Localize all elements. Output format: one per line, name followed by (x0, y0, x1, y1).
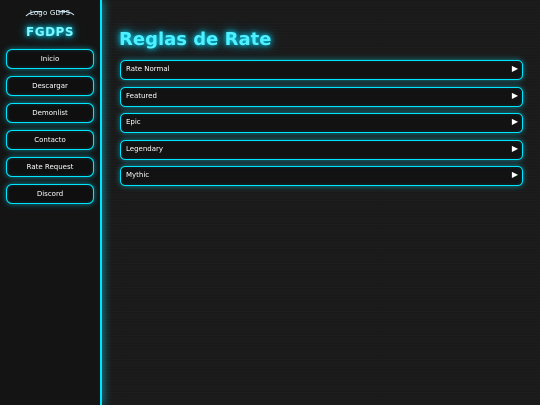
rule-row-featured[interactable]: Featured ▶ (120, 87, 523, 107)
nav-button-label: Inicio (40, 55, 60, 63)
nav-button-label: Descargar (32, 82, 68, 90)
nav-button-contacto[interactable]: Contacto (6, 130, 94, 150)
rule-row-epic[interactable]: Epic ▶ (120, 113, 523, 133)
brand-name: FGDPS (26, 25, 74, 39)
rule-label: Rate Normal (126, 65, 170, 73)
rule-label: Legendary (126, 145, 164, 153)
nav-button-rate-request[interactable]: Rate Request (6, 157, 94, 177)
play-triangle-icon: ▶ (511, 64, 518, 73)
rule-row-rate-normal[interactable]: Rate Normal ▶ (120, 60, 523, 80)
rule-label: Epic (126, 118, 141, 126)
rule-label: Mythic (126, 171, 150, 179)
nav-button-label: Demonlist (32, 109, 68, 117)
nav-button-discord[interactable]: Discord (6, 184, 94, 204)
nav-button-demonlist[interactable]: Demonlist (6, 103, 94, 123)
logo-alt-text: Logo GDPS (29, 9, 71, 17)
rule-row-legendary[interactable]: Legendary ▶ (120, 140, 523, 160)
page-title: Reglas de Rate (119, 29, 272, 50)
play-triangle-icon: ▶ (511, 91, 518, 100)
logo-image[interactable]: Logo GDPS (24, 7, 76, 19)
nav-button-label: Discord (36, 190, 64, 198)
sidebar: Logo GDPS FGDPS Inicio Descargar Demonli… (0, 0, 102, 405)
rule-label: Featured (126, 92, 157, 100)
page: Logo GDPS FGDPS Inicio Descargar Demonli… (0, 0, 540, 405)
nav-button-label: Contacto (34, 136, 66, 144)
play-triangle-icon: ▶ (511, 117, 518, 126)
nav-button-inicio[interactable]: Inicio (6, 49, 94, 69)
nav-button-descargar[interactable]: Descargar (6, 76, 94, 96)
rule-row-mythic[interactable]: Mythic ▶ (120, 166, 523, 186)
play-triangle-icon: ▶ (511, 170, 518, 179)
nav-button-label: Rate Request (26, 163, 74, 171)
play-triangle-icon: ▶ (511, 144, 518, 153)
